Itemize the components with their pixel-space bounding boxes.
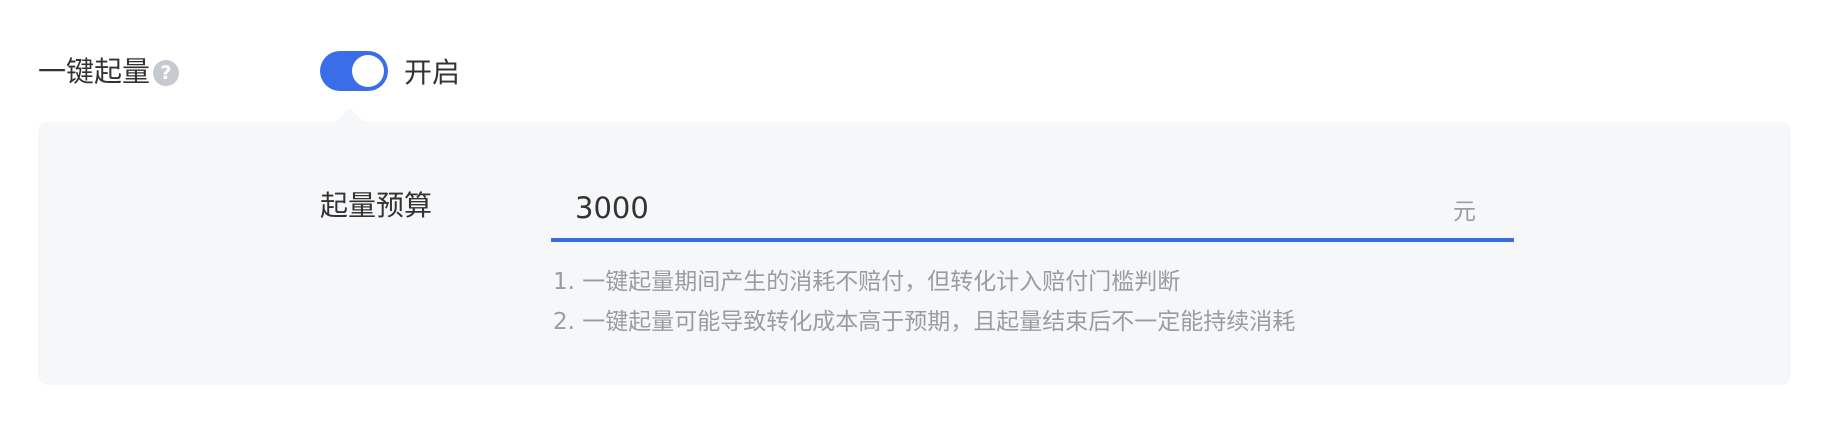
one-click-boost-toggle[interactable] (320, 51, 388, 91)
boost-budget-label: 起量预算 (320, 189, 433, 222)
one-click-boost-toggle-row: 开启 (320, 50, 460, 92)
one-click-boost-label-row: 一键起量 ? (38, 52, 180, 92)
note-line-2: 2. 一键起量可能导致转化成本高于预期，且起量结束后不一定能持续消耗 (553, 309, 1296, 335)
boost-budget-input[interactable] (575, 184, 1375, 232)
panel-pointer (336, 108, 364, 122)
boost-settings-panel (38, 122, 1791, 385)
toggle-status-text: 开启 (404, 56, 461, 89)
boost-budget-field[interactable]: 元 (551, 178, 1514, 242)
one-click-boost-label: 一键起量 (38, 55, 151, 88)
question-mark-icon[interactable]: ? (153, 60, 180, 86)
note-line-1: 1. 一键起量期间产生的消耗不赔付，但转化计入赔付门槛判断 (553, 269, 1181, 295)
toggle-knob (352, 55, 384, 87)
budget-unit-label: 元 (1453, 199, 1476, 225)
settings-page: 一键起量 ? 开启 起量预算 元 1. 一键起量期间产生的消耗不赔付，但转化计入… (0, 0, 1824, 430)
boost-notes: 1. 一键起量期间产生的消耗不赔付，但转化计入赔付门槛判断 2. 一键起量可能导… (553, 262, 1295, 342)
